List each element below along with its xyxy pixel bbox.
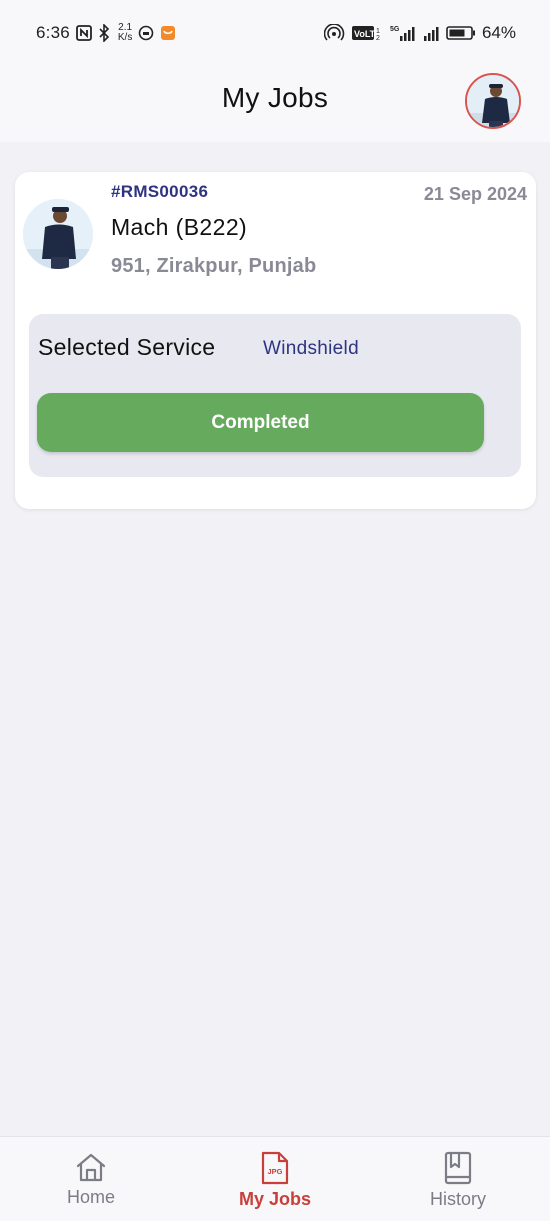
status-bar: 6:36 2.1 K/s VoLTE 1 2 5G 64% bbox=[0, 0, 550, 66]
bluetooth-icon bbox=[98, 24, 110, 42]
job-id: #RMS00036 bbox=[111, 182, 209, 201]
volte-icon: VoLTE 1 2 bbox=[351, 25, 384, 41]
battery-icon bbox=[446, 25, 476, 41]
job-date: 21 Sep 2024 bbox=[423, 184, 527, 204]
jpg-badge-text: JPG bbox=[268, 1167, 283, 1176]
status-time: 6:36 bbox=[36, 23, 70, 42]
nav-label-my-jobs: My Jobs bbox=[238, 1189, 312, 1209]
completed-status-button[interactable]: Completed bbox=[37, 393, 484, 452]
app-header: My Jobs bbox=[0, 66, 550, 142]
svg-text:5G: 5G bbox=[390, 26, 400, 33]
selected-service-label: Selected Service bbox=[38, 334, 216, 360]
svg-text:2: 2 bbox=[376, 35, 380, 41]
job-address: 951, Zirakpur, Punjab bbox=[111, 255, 317, 277]
job-customer-name: Mach (B222) bbox=[111, 214, 248, 240]
hotspot-icon bbox=[323, 24, 346, 42]
shopping-app-icon bbox=[160, 25, 176, 41]
selected-service-value: Windshield bbox=[263, 338, 359, 359]
signal-icon bbox=[422, 24, 440, 42]
nav-label-home: Home bbox=[66, 1187, 115, 1207]
app-notification-icon bbox=[138, 25, 154, 41]
battery-percent: 64% bbox=[481, 23, 516, 42]
person-photo-icon bbox=[23, 199, 93, 269]
nav-item-home[interactable]: Home bbox=[21, 1151, 161, 1208]
service-panel: Selected Service Windshield Completed bbox=[29, 314, 521, 477]
home-icon bbox=[76, 1153, 106, 1182]
person-photo-icon bbox=[467, 75, 519, 127]
nfc-icon bbox=[75, 25, 92, 41]
book-icon bbox=[444, 1151, 472, 1185]
network-speed: 2.1 K/s bbox=[118, 23, 132, 43]
signal-5g-icon: 5G bbox=[390, 24, 416, 42]
job-card[interactable]: #RMS00036 21 Sep 2024 Mach (B222) 951, Z… bbox=[15, 172, 536, 509]
nav-item-history[interactable]: History bbox=[388, 1151, 528, 1210]
profile-avatar[interactable] bbox=[465, 73, 521, 129]
svg-text:1: 1 bbox=[376, 28, 380, 35]
jpg-file-icon: JPG bbox=[261, 1151, 289, 1185]
nav-item-my-jobs[interactable]: JPG My Jobs bbox=[205, 1151, 345, 1210]
speed-unit: K/s bbox=[117, 32, 133, 43]
customer-avatar bbox=[23, 199, 93, 269]
bottom-nav: Home JPG My Jobs History bbox=[0, 1136, 550, 1221]
nav-label-history: History bbox=[429, 1189, 486, 1209]
